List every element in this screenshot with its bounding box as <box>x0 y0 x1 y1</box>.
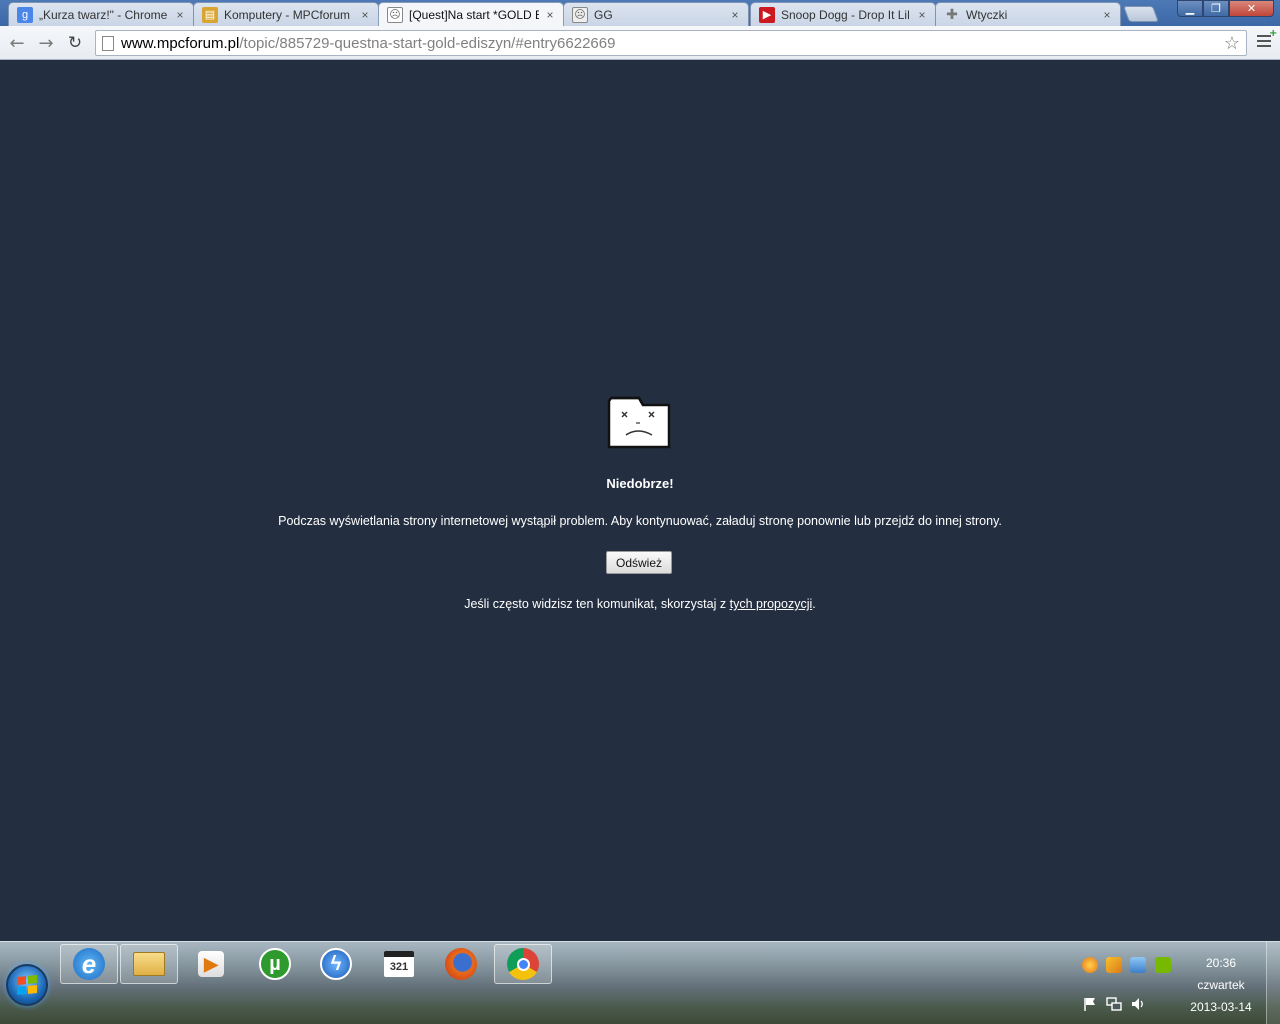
google-icon: g <box>17 6 33 23</box>
chrome-icon <box>507 948 539 980</box>
sad-tab-page: Niedobrze! Podczas wyświetlania strony i… <box>0 61 1280 941</box>
taskbar-windows-explorer[interactable] <box>120 944 178 984</box>
windows-logo-icon <box>17 974 37 996</box>
update-badge-icon: + <box>1269 28 1278 39</box>
taskbar-utorrent[interactable]: µ <box>246 944 304 984</box>
taskbar-firefox[interactable] <box>432 944 490 984</box>
browser-toolbar: ← → ↻ www.mpcforum.pl/topic/885729-quest… <box>0 26 1280 60</box>
url-host: www.mpcforum.pl <box>121 34 240 52</box>
clock-time: 20:36 <box>1205 956 1237 970</box>
network-tray-icon[interactable] <box>1130 957 1146 973</box>
tab-close-icon[interactable]: × <box>915 8 929 22</box>
puzzle-icon: ✚ <box>946 6 958 22</box>
tab-close-icon[interactable]: × <box>358 8 372 22</box>
mpcforum-icon: ▤ <box>202 6 218 23</box>
help-text: Jeśli często widzisz ten komunikat, skor… <box>0 597 1280 611</box>
gadu-gadu-tray-icon[interactable] <box>1106 957 1122 973</box>
clock-day: czwartek <box>1197 978 1245 992</box>
avast-tray-icon[interactable] <box>1082 957 1098 973</box>
utorrent-icon: µ <box>259 948 291 980</box>
volume-icon[interactable] <box>1130 996 1146 1012</box>
media-player-icon: ▶ <box>198 951 224 977</box>
tab-title: GG <box>594 7 613 22</box>
firefox-icon <box>445 948 477 980</box>
clock-date: 2013-03-14 <box>1190 1000 1252 1014</box>
tab-google-chrome[interactable]: g „Kurza twarz!" - Chrome × <box>8 2 194 26</box>
tab-title: Snoop Dogg - Drop It Lil <box>781 7 910 22</box>
close-window-button[interactable]: ✕ <box>1229 0 1274 17</box>
address-bar[interactable]: www.mpcforum.pl/topic/885729-questna-sta… <box>95 30 1247 56</box>
reload-page-button[interactable]: Odśwież <box>606 551 672 574</box>
taskbar-daemon-tools[interactable]: ϟ <box>307 944 365 984</box>
daemon-tools-icon: ϟ <box>320 948 352 980</box>
tab-title: Wtyczki <box>966 7 1008 22</box>
windows-taskbar: e ▶ µ ϟ 321 20:36 czwartek 2013-03-14 <box>0 941 1280 1024</box>
folder-icon <box>133 952 165 976</box>
tab-strip: g „Kurza twarz!" - Chrome × ▤ Komputery … <box>0 0 1280 26</box>
chrome-menu-icon[interactable]: + <box>1255 28 1278 54</box>
tab-close-icon[interactable]: × <box>728 8 742 22</box>
maximize-button[interactable]: ❐ <box>1203 0 1229 17</box>
url-path: /topic/885729-questna-start-gold-ediszyn… <box>239 34 616 52</box>
sad-folder-icon <box>607 396 671 449</box>
help-prefix: Jeśli często widzisz ten komunikat, skor… <box>464 597 730 611</box>
forward-button[interactable]: → <box>35 32 57 54</box>
help-link[interactable]: tych propozycji <box>730 597 813 611</box>
error-message: Podczas wyświetlania strony internetowej… <box>278 514 1002 528</box>
tab-gg[interactable]: ☹ GG × <box>563 2 749 26</box>
taskbar-internet-explorer[interactable]: e <box>60 944 118 984</box>
sad-page-icon: ☹ <box>572 6 588 23</box>
nvidia-tray-icon[interactable] <box>1155 957 1171 973</box>
taskbar-chrome[interactable] <box>494 944 552 984</box>
internet-explorer-icon: e <box>73 948 105 980</box>
tab-title: Komputery - MPCforum <box>224 7 351 22</box>
tab-close-icon[interactable]: × <box>543 8 557 22</box>
tab-youtube-snoop-dogg[interactable]: ▶ Snoop Dogg - Drop It Lil × <box>750 2 936 26</box>
system-clock[interactable]: 20:36 czwartek 2013-03-14 <box>1180 942 1262 1024</box>
minimize-button[interactable]: ▁ <box>1177 0 1203 17</box>
page-icon <box>102 35 114 51</box>
error-title: Niedobrze! <box>606 476 674 491</box>
back-button[interactable]: ← <box>6 32 28 54</box>
tab-close-icon[interactable]: × <box>1100 8 1114 22</box>
network-icon[interactable] <box>1106 996 1122 1012</box>
new-tab-button[interactable] <box>1123 6 1159 22</box>
bookmark-star-icon[interactable]: ☆ <box>1224 33 1240 54</box>
tab-quest-active[interactable]: ☹ [Quest]Na start *GOLD E × <box>378 2 564 26</box>
reload-button[interactable]: ↻ <box>64 32 86 54</box>
taskbar-media-player[interactable]: ▶ <box>182 944 240 984</box>
tab-wtyczki[interactable]: ✚ Wtyczki × <box>935 2 1121 26</box>
show-desktop-button[interactable] <box>1266 942 1280 1024</box>
tab-close-icon[interactable]: × <box>173 8 187 22</box>
start-button[interactable] <box>6 964 48 1006</box>
action-center-flag-icon[interactable] <box>1082 996 1098 1012</box>
sad-page-icon: ☹ <box>387 6 403 23</box>
tab-title: „Kurza twarz!" - Chrome <box>39 7 168 22</box>
help-suffix: . <box>812 597 816 611</box>
tab-mpcforum-komputery[interactable]: ▤ Komputery - MPCforum × <box>193 2 379 26</box>
tab-title: [Quest]Na start *GOLD E <box>409 7 539 22</box>
youtube-icon: ▶ <box>759 6 775 23</box>
media-player-classic-icon: 321 <box>384 951 414 977</box>
taskbar-media-player-classic[interactable]: 321 <box>370 944 428 984</box>
